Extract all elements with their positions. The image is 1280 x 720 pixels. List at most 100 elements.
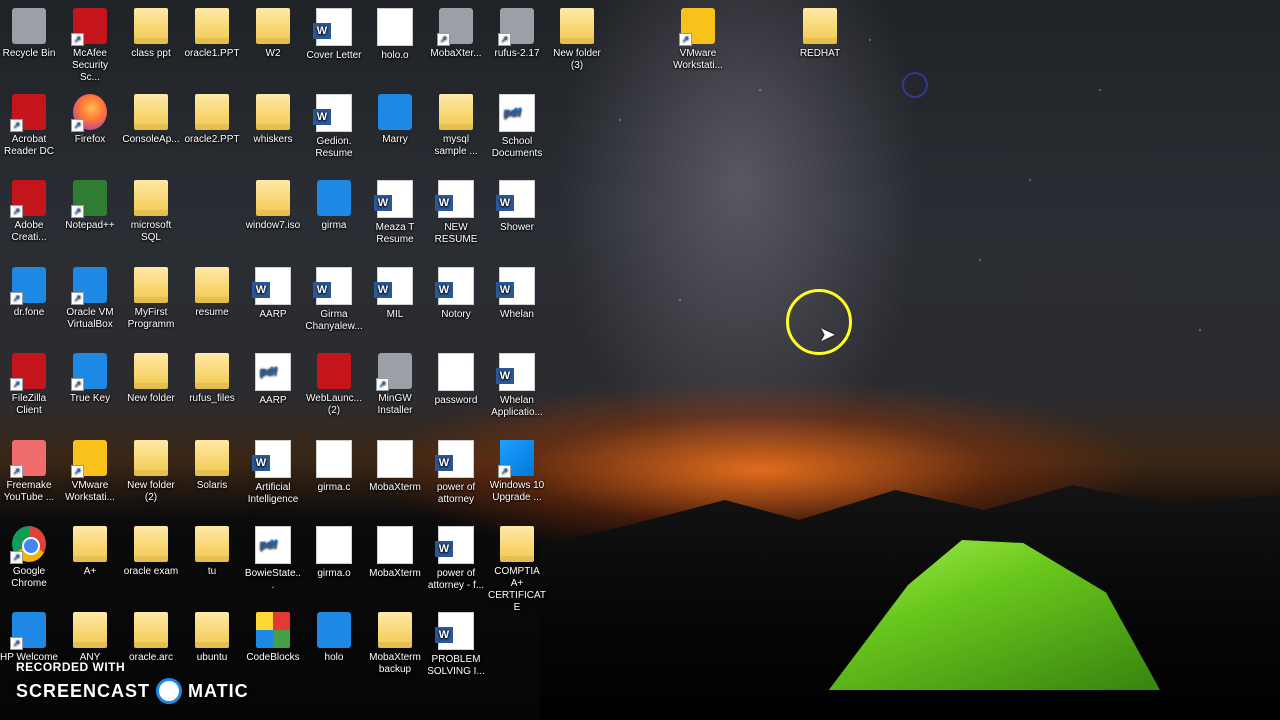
desktop-icon[interactable]: oracle.arc — [122, 612, 180, 664]
desktop-icon-label: FileZilla Client — [11, 393, 47, 416]
desktop-icon[interactable]: Google Chrome — [0, 526, 58, 590]
desktop-icon[interactable]: resume — [183, 267, 241, 319]
desktop-icon[interactable]: Oracle VM VirtualBox — [61, 267, 119, 331]
hp-icon — [10, 612, 46, 650]
desktop-icon[interactable]: Whelan — [488, 267, 546, 321]
zip-folder-icon — [378, 612, 412, 648]
desktop-icon[interactable]: Meaza T Resume — [366, 180, 424, 246]
desktop-icon-label: Girma Chanyalew... — [305, 309, 363, 332]
desktop-icon[interactable]: WebLaunc... (2) — [305, 353, 363, 417]
desktop-icon[interactable]: ubuntu — [183, 612, 241, 664]
chrome-icon — [10, 526, 46, 564]
desktop-icon-label: True Key — [69, 393, 111, 404]
desktop-icon-label: A+ — [83, 566, 97, 577]
acrobat-icon — [10, 94, 46, 132]
desktop-icon[interactable]: whiskers — [244, 94, 302, 146]
desktop-icon[interactable]: Freemake YouTube ... — [0, 440, 58, 504]
desktop-icon[interactable]: MobaXter... — [427, 8, 485, 60]
desktop-icon-label: VMware Workstati... — [673, 48, 723, 71]
folder-icon — [500, 526, 534, 562]
desktop-icon[interactable]: Whelan Applicatio... — [488, 353, 546, 419]
desktop-icon[interactable]: Notepad++ — [61, 180, 119, 232]
folder-icon — [134, 526, 168, 562]
desktop-icon[interactable]: holo — [305, 612, 363, 664]
desktop-icon[interactable]: holo.o — [366, 8, 424, 62]
desktop-icon[interactable]: MobaXterm — [366, 526, 424, 580]
folder-icon — [195, 353, 229, 389]
desktop-icon-label: girma — [321, 220, 347, 231]
desktop-icon[interactable]: dr.fone — [0, 267, 58, 319]
desktop-icon[interactable]: VMware Workstati... — [61, 440, 119, 504]
desktop-icon[interactable]: BowieState... — [244, 526, 302, 592]
desktop-icon[interactable]: AARP — [244, 267, 302, 321]
desktop-icon[interactable]: mysql sample ... — [427, 94, 485, 158]
desktop-icon[interactable]: girma.o — [305, 526, 363, 580]
desktop-icon[interactable]: HP Welcome — [0, 612, 58, 664]
desktop-icon[interactable]: AARP — [244, 353, 302, 407]
creative-cloud-icon — [10, 180, 46, 218]
desktop-icon[interactable]: Acrobat Reader DC — [0, 94, 58, 158]
desktop-icon[interactable]: FileZilla Client — [0, 353, 58, 417]
desktop-icon[interactable]: CodeBlocks — [244, 612, 302, 664]
desktop-icon[interactable]: rufus_files — [183, 353, 241, 405]
desktop-icon[interactable]: oracle exam — [122, 526, 180, 578]
desktop-icon[interactable]: Marry — [366, 94, 424, 146]
desktop-icon[interactable]: New folder (2) — [122, 440, 180, 504]
word-document-icon — [313, 267, 352, 305]
folder-icon — [134, 612, 168, 648]
desktop-icon[interactable]: power of attorney - f... — [427, 526, 485, 592]
desktop-icon[interactable]: Windows 10 Upgrade ... — [488, 440, 546, 504]
mouse-pointer-icon: ➤ — [819, 324, 836, 346]
word-document-icon — [435, 267, 474, 305]
desktop-icon[interactable]: microsoft SQL — [122, 180, 180, 244]
desktop-icon[interactable]: oracle1.PPT — [183, 8, 241, 60]
watermark-brand: SCREENCAST MATIC — [16, 678, 249, 704]
desktop-icon[interactable]: class ppt — [122, 8, 180, 60]
desktop-icon[interactable]: oracle2.PPT — [183, 94, 241, 146]
desktop-icon[interactable]: Recycle Bin — [0, 8, 58, 60]
firefox-icon — [71, 94, 107, 132]
desktop-icon[interactable]: MyFirst Programm — [122, 267, 180, 331]
word-document-icon — [252, 440, 291, 478]
desktop-icon[interactable]: School Documents — [488, 94, 546, 160]
desktop-icon[interactable]: password — [427, 353, 485, 407]
desktop-icon[interactable]: New folder (3) — [548, 8, 606, 72]
desktop-icon[interactable]: MobaXterm backup — [366, 612, 424, 676]
desktop-icon[interactable]: Artificial Intelligence — [244, 440, 302, 506]
desktop-icon[interactable]: True Key — [61, 353, 119, 405]
desktop-icon[interactable]: A+ — [61, 526, 119, 578]
desktop-icon[interactable]: ConsoleAp... — [122, 94, 180, 146]
desktop-icon-label: New folder — [127, 393, 175, 404]
desktop-icon[interactable]: NEW RESUME — [427, 180, 485, 246]
desktop-icon[interactable]: girma — [305, 180, 363, 232]
desktop-icon[interactable]: COMPTIA A+ CERTIFICATE — [488, 526, 546, 614]
desktop-icon[interactable]: ANY — [61, 612, 119, 664]
desktop-icon[interactable]: MinGW Installer — [366, 353, 424, 417]
desktop-icon[interactable]: Solaris — [183, 440, 241, 492]
desktop-icon[interactable]: MobaXterm — [366, 440, 424, 494]
desktop-icon[interactable]: Gedion. Resume — [305, 94, 363, 160]
desktop-icon[interactable]: Notory — [427, 267, 485, 321]
desktop-icon[interactable]: Shower — [488, 180, 546, 234]
desktop-icon[interactable]: REDHAT — [791, 8, 849, 60]
desktop-icon[interactable]: W2 — [244, 8, 302, 60]
word-document-icon — [374, 267, 413, 305]
desktop-icon[interactable]: Firefox — [61, 94, 119, 146]
desktop-icon[interactable]: power of attorney — [427, 440, 485, 506]
desktop-icon[interactable]: Girma Chanyalew... — [305, 267, 363, 333]
desktop-icon[interactable]: PROBLEM SOLVING I... — [427, 612, 485, 678]
desktop-icon[interactable]: rufus-2.17 — [488, 8, 546, 60]
desktop-icon[interactable]: girma.c — [305, 440, 363, 494]
desktop-icon[interactable]: Cover Letter — [305, 8, 363, 62]
desktop-icon[interactable]: New folder — [122, 353, 180, 405]
desktop-icon[interactable]: Adobe Creati... — [0, 180, 58, 244]
desktop-icon[interactable]: MIL — [366, 267, 424, 321]
desktop-icon[interactable]: McAfee Security Sc... — [61, 8, 119, 84]
desktop-icon[interactable]: VMware Workstati... — [669, 8, 727, 72]
desktop-icon[interactable]: tu — [183, 526, 241, 578]
desktop-icon-label: tu — [207, 566, 217, 577]
desktop-icon-label: VMware Workstati... — [65, 480, 115, 503]
desktop-icon-label: Solaris — [196, 480, 228, 491]
desktop-icon-label: Gedion. Resume — [315, 136, 353, 159]
desktop-icon[interactable]: window7.iso — [244, 180, 302, 232]
